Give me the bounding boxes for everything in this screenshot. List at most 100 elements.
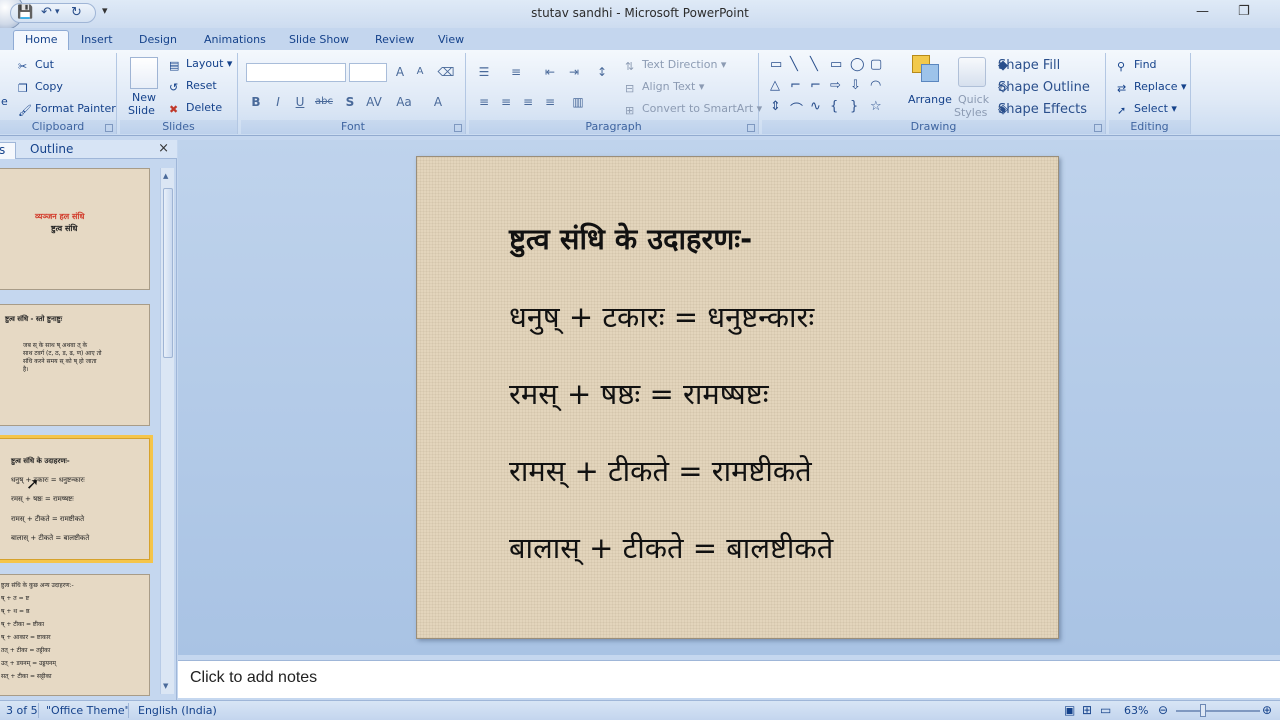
paragraph-launcher-icon[interactable] bbox=[747, 124, 755, 132]
tab-view[interactable]: View bbox=[438, 31, 464, 50]
slide[interactable]: ष्टुत्व संधि के उदाहरणः- धनुष् + टकारः =… bbox=[416, 156, 1059, 639]
elbow-arrow-icon[interactable]: ⌐ bbox=[810, 78, 821, 93]
tab-slide-show[interactable]: Slide Show bbox=[289, 31, 349, 50]
char-spacing-icon[interactable]: AV bbox=[365, 93, 383, 111]
right-brace-icon[interactable]: } bbox=[850, 99, 858, 114]
minimize-icon[interactable]: — bbox=[1196, 4, 1209, 19]
quick-styles-label-1[interactable]: Quick bbox=[958, 93, 989, 106]
textbox-shape-icon[interactable]: ▭ bbox=[770, 57, 782, 72]
tab-animations[interactable]: Animations bbox=[204, 31, 266, 50]
format-painter-button[interactable]: 🖌 Format Painter bbox=[18, 102, 116, 117]
arrange-icon[interactable] bbox=[912, 55, 940, 85]
line-shape-icon-2[interactable]: ╲ bbox=[810, 57, 818, 72]
elbow-connector-icon[interactable]: ⌐ bbox=[790, 78, 801, 93]
align-center-icon[interactable]: ≡ bbox=[497, 93, 515, 111]
new-slide-icon[interactable] bbox=[130, 57, 158, 89]
find-button[interactable]: ⚲ Find bbox=[1117, 58, 1157, 73]
convert-smartart-button[interactable]: ⊞ Convert to SmartArt ▾ bbox=[625, 102, 762, 117]
slide-line-1[interactable]: धनुष् + टकारः = धनुष्टन्कारः bbox=[509, 297, 814, 336]
reset-button[interactable]: ↺ Reset bbox=[169, 79, 217, 94]
tab-home[interactable]: Home bbox=[13, 30, 70, 51]
slide-thumbnail-4[interactable]: ष्टुत्व संधि के कुछ अन्य उदाहरण:- ष् + त… bbox=[0, 574, 150, 696]
shape-fill-button[interactable]: ◆ Shape Fill ▾ bbox=[998, 58, 1060, 73]
quick-styles-icon[interactable] bbox=[958, 57, 986, 87]
quick-styles-label-2[interactable]: Styles bbox=[954, 106, 987, 119]
zoom-level[interactable]: 63% bbox=[1124, 704, 1148, 717]
notes-placeholder[interactable]: Click to add notes bbox=[190, 669, 317, 687]
font-color-icon[interactable]: A bbox=[429, 93, 447, 111]
tab-insert[interactable]: Insert bbox=[81, 31, 113, 50]
tab-review[interactable]: Review bbox=[375, 31, 414, 50]
arc-shape-icon[interactable]: ⌒ bbox=[790, 99, 803, 118]
numbering-icon[interactable]: ≡ bbox=[507, 63, 525, 81]
font-size-input[interactable] bbox=[349, 63, 387, 82]
zoom-slider[interactable] bbox=[1176, 710, 1260, 712]
text-direction-button[interactable]: ⇅ Text Direction ▾ bbox=[625, 58, 726, 73]
tab-design[interactable]: Design bbox=[139, 31, 177, 50]
notes-pane[interactable]: Click to add notes bbox=[178, 660, 1280, 698]
slide-thumbnail-2[interactable]: ष्टुत्व संधि - स्तो ष्टुनाष्टुः जब स् के… bbox=[0, 304, 150, 426]
zoom-in-icon[interactable]: ⊕ bbox=[1262, 703, 1272, 717]
change-case-icon[interactable]: Aa bbox=[395, 93, 413, 111]
right-arrow-shape-icon[interactable]: ⇨ bbox=[830, 78, 841, 93]
scrollbar-thumb[interactable] bbox=[163, 188, 173, 358]
replace-button[interactable]: ⇄ Replace ▾ bbox=[1117, 80, 1187, 95]
font-name-input[interactable] bbox=[246, 63, 346, 82]
language-status[interactable]: English (India) bbox=[138, 704, 217, 717]
shape-effects-button[interactable]: ◈ Shape Effects ▾ bbox=[998, 102, 1087, 117]
tab-slides[interactable]: s bbox=[0, 142, 17, 159]
curve-shape-icon[interactable]: ∿ bbox=[810, 99, 821, 114]
decrease-indent-icon[interactable]: ⇤ bbox=[541, 63, 559, 81]
slide-line-2[interactable]: रमस् + षष्ठः = रामष्षष्टः bbox=[509, 374, 769, 413]
select-button[interactable]: ➚ Select ▾ bbox=[1117, 102, 1177, 117]
align-text-button[interactable]: ⊟ Align Text ▾ bbox=[625, 80, 704, 95]
shadow-button[interactable]: S bbox=[341, 93, 359, 111]
scroll-down-icon[interactable]: ▼ bbox=[163, 682, 168, 690]
restore-icon[interactable]: ❐ bbox=[1238, 4, 1250, 19]
rectangle-shape-icon[interactable]: ▭ bbox=[830, 57, 842, 72]
arrange-label[interactable]: Arrange bbox=[908, 93, 952, 106]
line-shape-icon[interactable]: ╲ bbox=[790, 57, 798, 72]
zoom-out-icon[interactable]: ⊖ bbox=[1158, 703, 1168, 717]
slides-pane-scrollbar[interactable]: ▲ ▼ bbox=[160, 168, 174, 694]
oval-shape-icon[interactable]: ◯ bbox=[850, 57, 865, 72]
down-arrow-shape-icon[interactable]: ⇩ bbox=[850, 78, 861, 93]
paste-button[interactable]: e bbox=[1, 95, 8, 108]
bullets-icon[interactable]: ☰ bbox=[475, 63, 493, 81]
delete-button[interactable]: ✖ Delete bbox=[169, 101, 222, 116]
cut-button[interactable]: ✂ Cut bbox=[18, 58, 54, 73]
normal-view-icon[interactable]: ▣ bbox=[1064, 703, 1075, 717]
slide-thumbnail-3[interactable]: ष्टुत्व संधि के उदाहरणः- धनुष् + टकारः =… bbox=[0, 435, 153, 563]
columns-icon[interactable]: ▥ bbox=[569, 93, 587, 111]
grow-font-icon[interactable]: A bbox=[391, 63, 409, 81]
new-slide-label-2[interactable]: Slide bbox=[128, 104, 155, 117]
close-icon[interactable]: × bbox=[158, 141, 169, 156]
bold-button[interactable]: B bbox=[247, 93, 265, 111]
shrink-font-icon[interactable]: A bbox=[411, 63, 429, 81]
left-brace-icon[interactable]: { bbox=[830, 99, 838, 114]
font-launcher-icon[interactable] bbox=[454, 124, 462, 132]
align-right-icon[interactable]: ≡ bbox=[519, 93, 537, 111]
tab-outline[interactable]: Outline bbox=[30, 142, 73, 159]
copy-button[interactable]: ❐ Copy bbox=[18, 80, 63, 95]
scroll-up-icon[interactable]: ▲ bbox=[163, 172, 168, 180]
line-spacing-icon[interactable]: ↕ bbox=[593, 63, 611, 81]
drawing-launcher-icon[interactable] bbox=[1094, 124, 1102, 132]
underline-button[interactable]: U bbox=[291, 93, 309, 111]
rounded-rect-shape-icon[interactable]: ▢ bbox=[870, 57, 882, 72]
new-slide-label-1[interactable]: New bbox=[132, 91, 156, 104]
layout-button[interactable]: ▤ Layout ▾ bbox=[169, 57, 232, 72]
clear-format-icon[interactable]: ⌫ bbox=[437, 63, 455, 81]
flowchart-shape-icon[interactable]: ◠ bbox=[870, 78, 881, 93]
strikethrough-button[interactable]: abc bbox=[315, 93, 333, 111]
slide-sorter-icon[interactable]: ⊞ bbox=[1082, 703, 1092, 717]
slide-show-icon[interactable]: ▭ bbox=[1100, 703, 1111, 717]
increase-indent-icon[interactable]: ⇥ bbox=[565, 63, 583, 81]
slide-heading[interactable]: ष्टुत्व संधि के उदाहरणः- bbox=[509, 219, 752, 258]
arrows-shape-icon[interactable]: ⇕ bbox=[770, 99, 781, 114]
zoom-slider-thumb[interactable] bbox=[1200, 704, 1206, 717]
slide-line-3[interactable]: रामस् + टीकते = रामष्टीकते bbox=[509, 451, 812, 490]
slide-thumbnail-1[interactable]: व्यञ्जन हल संधि ष्टुत्व संधि bbox=[0, 168, 150, 290]
justify-icon[interactable]: ≡ bbox=[541, 93, 559, 111]
triangle-shape-icon[interactable]: △ bbox=[770, 78, 780, 93]
